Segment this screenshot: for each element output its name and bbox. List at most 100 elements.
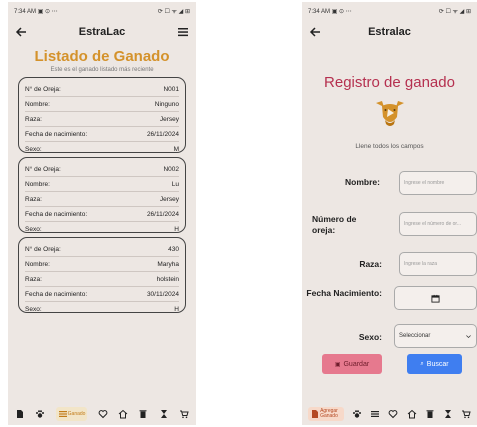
nav-paw-icon[interactable]	[35, 407, 45, 421]
field-label: Fecha de nacimiento:	[25, 210, 88, 218]
field-label: Raza:	[25, 275, 42, 283]
sexo-selected-value: Seleccionar	[399, 333, 431, 339]
field-value: Maryha	[157, 260, 179, 268]
card-row: Raza: holstein	[25, 272, 179, 287]
back-arrow-icon[interactable]	[308, 25, 322, 39]
nav-cart-icon[interactable]	[461, 407, 471, 421]
field-label: Nombre:	[25, 100, 50, 108]
field-label: Raza:	[25, 115, 42, 123]
field-label: Raza:	[25, 195, 42, 203]
raza-label: Raza:	[359, 259, 382, 269]
field-value: 26/11/2024	[146, 210, 179, 218]
card-row: N° de Oreja: N001	[25, 82, 179, 97]
cattle-card[interactable]: N° de Oreja: N001 Nombre: Ninguno Raza: Jer…	[18, 77, 186, 153]
nav-agregar-label: Agregar Ganado	[320, 408, 338, 419]
card-row: Nombre: Ninguno	[25, 97, 179, 112]
nav-trash-icon[interactable]	[138, 407, 148, 421]
card-row: Fecha de nacimiento: 26/11/2024	[25, 127, 179, 142]
field-value: Jersey	[159, 195, 179, 203]
field-label: Fecha de nacimiento:	[25, 130, 88, 138]
field-value: N002	[163, 165, 179, 173]
nav-agregar-tab[interactable]: Agregar Ganado	[308, 407, 345, 421]
cattle-card[interactable]: N° de Oreja: N002 Nombre: Lu Raza: Jersey F…	[18, 157, 186, 233]
fecha-label: Fecha Nacimiento:	[306, 288, 382, 298]
nav-trash-icon[interactable]	[425, 407, 435, 421]
card-row: Nombre: Lu	[25, 177, 179, 192]
field-value: 30/11/2024	[146, 290, 179, 298]
nav-home-icon[interactable]	[407, 407, 417, 421]
card-row: Raza: Jersey	[25, 192, 179, 207]
field-value: H	[174, 305, 179, 313]
sexo-label: Sexo:	[358, 332, 382, 342]
page-title: Registro de ganado	[324, 74, 455, 91]
guardar-button[interactable]: ▣ Guardar	[322, 354, 382, 374]
nav-paw-icon[interactable]	[352, 407, 362, 421]
card-row: Sexo: H	[25, 302, 179, 316]
status-bar: 7:34 AM ▣ ⊙ ⋯ ⟳ ☐ ᯤ ◢ ⊞	[8, 2, 196, 20]
nav-ganado-tab[interactable]: Ganado	[55, 407, 88, 421]
status-right-icons: ⟳ ☐ ᯤ ◢ ⊞	[438, 9, 471, 15]
field-label: N° de Oreja:	[25, 165, 61, 173]
cattle-card[interactable]: N° de Oreja: 430 Nombre: Maryha Raza: holst…	[18, 237, 186, 313]
form-instructions: Llene todos los campos	[355, 143, 424, 150]
chevron-down-icon	[466, 334, 471, 338]
field-label: Sexo:	[25, 305, 42, 313]
nav-heart-icon[interactable]	[98, 407, 108, 421]
app-bar: EstraLac	[8, 20, 196, 44]
menu-icon[interactable]	[176, 25, 190, 39]
nav-cart-icon[interactable]	[179, 407, 189, 421]
nav-list-icon[interactable]	[370, 407, 380, 421]
card-row: Nombre: Maryha	[25, 257, 179, 272]
nav-hourglass-icon[interactable]	[159, 407, 169, 421]
nombre-input[interactable]: Ingrese el nombre	[399, 171, 477, 195]
calendar-icon	[431, 294, 440, 303]
status-right-icons: ⟳ ☐ ᯤ ◢ ⊞	[157, 9, 190, 15]
nav-home-icon[interactable]	[118, 407, 128, 421]
form-row-oreja: Número de oreja: Ingrese el número de or…	[302, 212, 477, 236]
form-row-nombre: Nombre: Ingrese el nombre	[302, 171, 477, 195]
list-screen: 7:34 AM ▣ ⊙ ⋯ ⟳ ☐ ᯤ ◢ ⊞ EstraLac Listado…	[8, 2, 196, 425]
app-bar: Estralac	[302, 20, 477, 44]
app-title: EstraLac	[78, 26, 126, 38]
field-label: Fecha de nacimiento:	[25, 290, 88, 298]
card-row: Raza: Jersey	[25, 112, 179, 127]
buscar-button[interactable]: ⌕ Buscar	[407, 354, 462, 374]
form-row-fecha: Fecha Nacimiento:	[302, 286, 477, 310]
card-row: N° de Oreja: N002	[25, 162, 179, 177]
page-subtitle: Este es el ganado listado más reciente	[50, 67, 154, 73]
status-left-icons: ▣ ⊙ ⋯	[331, 8, 352, 15]
field-label: N° de Oreja:	[25, 245, 61, 253]
field-label: Sexo:	[25, 145, 42, 153]
form-row-raza: Raza: Ingrese la raza	[302, 252, 477, 276]
nav-document-icon[interactable]	[15, 407, 25, 421]
field-value: Ninguno	[154, 100, 179, 108]
back-arrow-icon[interactable]	[14, 25, 28, 39]
bottom-nav: Ganado	[8, 403, 196, 425]
fecha-date-picker[interactable]	[394, 286, 477, 310]
card-row: Sexo: H	[25, 222, 179, 236]
field-value: Lu	[171, 180, 179, 188]
field-value: 26/11/2024	[146, 130, 179, 138]
field-value: H	[174, 225, 179, 233]
status-time: 7:34 AM	[14, 8, 37, 15]
raza-input[interactable]: Ingrese la raza	[399, 252, 477, 276]
sexo-select[interactable]: Seleccionar	[394, 324, 477, 348]
field-label: Sexo:	[25, 225, 42, 233]
status-left-icons: ▣ ⊙ ⋯	[37, 8, 58, 15]
save-icon: ▣	[334, 361, 341, 368]
buscar-label: Buscar	[426, 360, 449, 368]
nav-hourglass-icon[interactable]	[443, 407, 453, 421]
oreja-input[interactable]: Ingrese el número de or...	[399, 212, 477, 236]
field-value: holstein	[156, 275, 179, 283]
card-row: N° de Oreja: 430	[25, 242, 179, 257]
nombre-label: Nombre:	[345, 177, 380, 187]
status-time: 7:34 AM	[308, 8, 331, 15]
status-bar: 7:34 AM ▣ ⊙ ⋯ ⟳ ☐ ᯤ ◢ ⊞	[302, 2, 477, 20]
page-title: Listado de Ganado	[34, 48, 170, 65]
field-value: M	[173, 145, 179, 153]
field-label: Nombre:	[25, 260, 50, 268]
app-title: Estralac	[368, 26, 411, 38]
nav-heart-icon[interactable]	[388, 407, 398, 421]
search-icon: ⌕	[420, 360, 424, 367]
field-value: N001	[163, 85, 179, 93]
